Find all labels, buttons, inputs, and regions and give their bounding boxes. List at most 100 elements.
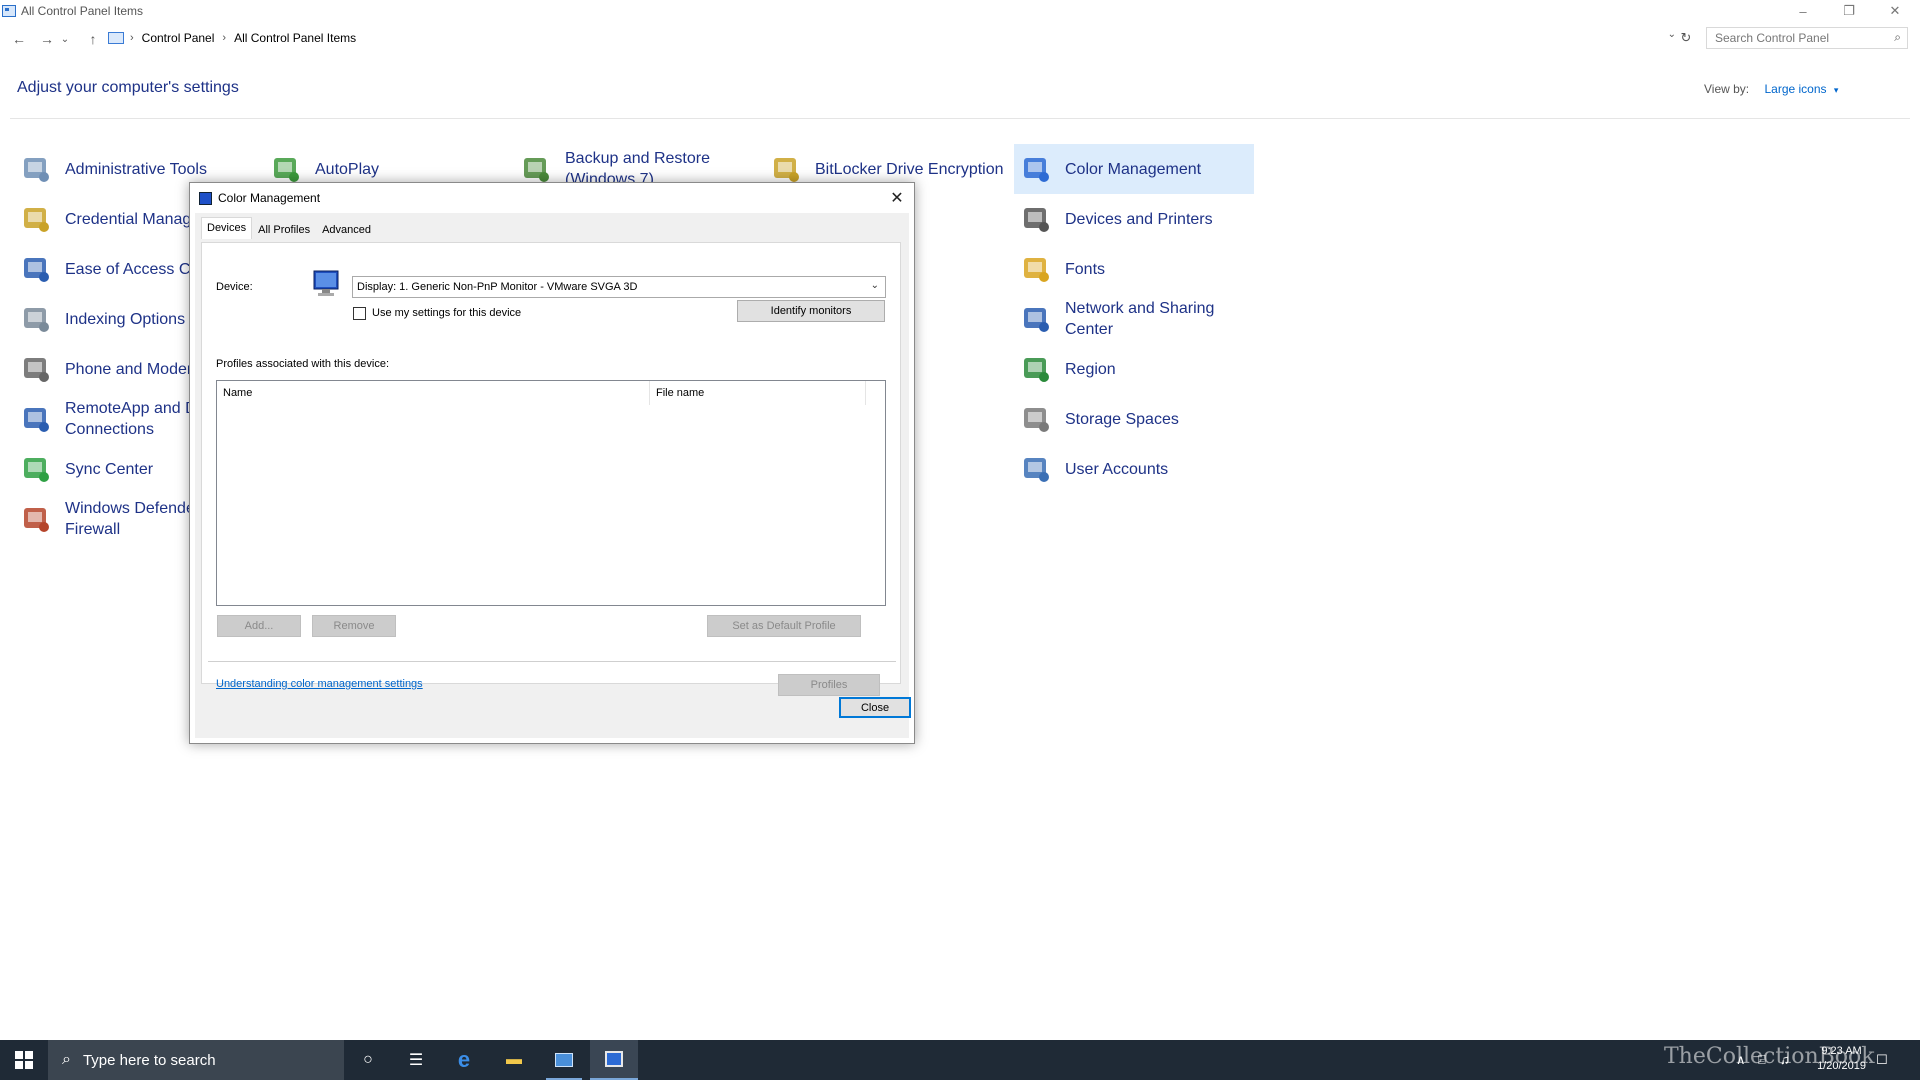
view-by-label: View by:	[1704, 82, 1750, 96]
ease-of-access-icon	[20, 253, 52, 285]
cp-item-fonts[interactable]: Fonts	[1014, 244, 1254, 294]
color-management-taskbar-icon[interactable]	[590, 1040, 638, 1080]
phone-modem-icon	[20, 353, 52, 385]
control-panel-crumb-icon	[108, 32, 124, 44]
dialog-tabs: Devices All Profiles Advanced	[201, 217, 377, 241]
control-panel-taskbar-icon[interactable]	[540, 1040, 588, 1080]
task-view-icon[interactable]: ☰	[392, 1040, 440, 1080]
cp-item-color-management[interactable]: Color Management	[1014, 144, 1254, 194]
taskbar-search[interactable]: ⌕ Type here to search	[48, 1040, 344, 1080]
column-header-file-name[interactable]: File name	[650, 381, 866, 405]
cp-item-storage[interactable]: Storage Spaces	[1014, 394, 1254, 444]
profiles-button[interactable]: Profiles	[778, 674, 880, 696]
window-title: All Control Panel Items	[21, 4, 144, 18]
search-icon: ⌕	[62, 1051, 71, 1068]
cp-item-label: Color Management	[1065, 160, 1202, 178]
view-by-dropdown[interactable]: Large icons	[1764, 82, 1826, 96]
device-select[interactable]: Display: 1. Generic Non-PnP Monitor - VM…	[352, 276, 886, 298]
cortana-icon[interactable]: ○	[344, 1040, 392, 1080]
breadcrumb-control-panel[interactable]: Control Panel	[142, 31, 215, 45]
add-button[interactable]: Add...	[217, 615, 301, 637]
breadcrumb-all-items[interactable]: All Control Panel Items	[234, 31, 356, 45]
cp-item-user-accounts[interactable]: User Accounts	[1014, 444, 1254, 494]
monitor-icon	[605, 1051, 623, 1067]
window-titlebar: All Control Panel Items	[0, 0, 1920, 22]
help-link[interactable]: Understanding color management settings	[216, 678, 423, 690]
view-by: View by: Large icons ▾	[1704, 82, 1838, 96]
close-button[interactable]: Close	[839, 697, 911, 718]
dialog-body: Devices All Profiles Advanced Device: Di…	[195, 213, 911, 738]
cp-item-label: Phone and Modem	[65, 360, 201, 378]
cp-item-label: Devices and Printers	[1065, 210, 1213, 228]
close-window-button[interactable]: ✕	[1872, 0, 1918, 22]
watermark: TheCollectionBook	[1664, 1044, 1875, 1069]
windows-logo-icon	[15, 1051, 33, 1069]
profiles-list[interactable]: Name File name	[216, 380, 886, 606]
set-default-profile-button[interactable]: Set as Default Profile	[707, 615, 861, 637]
cp-item-label: Storage Spaces	[1065, 410, 1179, 428]
dialog-close-icon[interactable]: ✕	[884, 185, 910, 211]
breadcrumb-separator: ›	[222, 32, 227, 44]
credential-icon	[20, 203, 52, 235]
autoplay-icon	[270, 153, 302, 185]
cp-item-network[interactable]: Network and Sharing Center	[1014, 294, 1254, 344]
address-box[interactable]: › Control Panel › All Control Panel Item…	[104, 27, 1680, 49]
cp-item-region[interactable]: Region	[1014, 344, 1254, 394]
control-panel-icon	[2, 5, 16, 17]
dialog-title: Color Management	[218, 191, 321, 205]
user-accounts-icon	[1020, 453, 1052, 485]
indexing-icon	[20, 303, 52, 335]
device-label: Device:	[216, 281, 253, 293]
color-management-icon	[1020, 153, 1052, 185]
use-my-settings-checkbox[interactable]	[353, 307, 366, 320]
monitor-icon	[313, 270, 339, 296]
backup-icon	[520, 153, 552, 185]
edge-icon[interactable]: e	[440, 1040, 488, 1080]
tab-all-profiles[interactable]: All Profiles	[252, 219, 316, 241]
cp-item-label: Windows Defende Firewall	[65, 500, 195, 538]
cp-item-label: Network and Sharing Center	[1065, 300, 1215, 338]
use-my-settings-label[interactable]: Use my settings for this device	[372, 307, 521, 319]
cp-item-label: User Accounts	[1065, 460, 1169, 478]
divider	[10, 118, 1910, 119]
search-icon[interactable]: ⌕	[1894, 30, 1901, 45]
cp-item-label: Region	[1065, 360, 1116, 378]
page-title: Adjust your computer's settings	[17, 79, 239, 96]
device-value: Display: 1. Generic Non-PnP Monitor - VM…	[357, 281, 638, 293]
address-dropdown-icon[interactable]: ⌄	[1668, 29, 1676, 40]
start-button[interactable]	[0, 1040, 48, 1080]
chevron-down-icon[interactable]: ▾	[1834, 85, 1839, 95]
cp-item-label: BitLocker Drive Encryption	[815, 160, 1004, 178]
chevron-down-icon[interactable]: ⌄	[871, 280, 879, 291]
file-explorer-icon[interactable]: ▬	[490, 1040, 538, 1080]
up-button[interactable]: ↑	[80, 26, 106, 52]
bitlocker-icon	[770, 153, 802, 185]
cp-item-printer[interactable]: Devices and Printers	[1014, 194, 1254, 244]
search-placeholder: Search Control Panel	[1715, 31, 1830, 45]
refresh-button[interactable]: ↻	[1676, 28, 1696, 48]
remove-button[interactable]: Remove	[312, 615, 396, 637]
devices-panel: Device: Display: 1. Generic Non-PnP Moni…	[201, 242, 901, 696]
back-button[interactable]: ←	[6, 26, 32, 52]
identify-monitors-button[interactable]: Identify monitors	[737, 300, 885, 322]
recent-locations-button[interactable]: ⌄	[58, 26, 72, 52]
minimize-button[interactable]: –	[1780, 0, 1826, 22]
tab-devices[interactable]: Devices	[201, 217, 253, 239]
profiles-label: Profiles associated with this device:	[216, 358, 390, 370]
region-icon	[1020, 353, 1052, 385]
column-header-name[interactable]: Name	[217, 381, 650, 405]
color-management-dialog: Color Management ✕ Devices All Profiles …	[189, 182, 915, 744]
restore-button[interactable]: ❐	[1826, 0, 1872, 22]
cp-item-label: Administrative Tools	[65, 160, 207, 178]
forward-button[interactable]: →	[34, 26, 60, 52]
cp-item-label: Ease of Access Cen	[65, 260, 209, 278]
address-bar: ← → ⌄ ↑ › Control Panel › All Control Pa…	[0, 26, 1920, 52]
printer-icon	[1020, 203, 1052, 235]
admin-tools-icon	[20, 153, 52, 185]
control-panel-icon	[555, 1053, 573, 1067]
notification-icon[interactable]: ☐	[1876, 1052, 1888, 1068]
tab-advanced[interactable]: Advanced	[316, 219, 377, 241]
cp-item-label: Fonts	[1065, 260, 1106, 278]
search-input[interactable]: Search Control Panel ⌕	[1706, 27, 1908, 49]
taskbar-search-placeholder: Type here to search	[82, 1051, 216, 1069]
